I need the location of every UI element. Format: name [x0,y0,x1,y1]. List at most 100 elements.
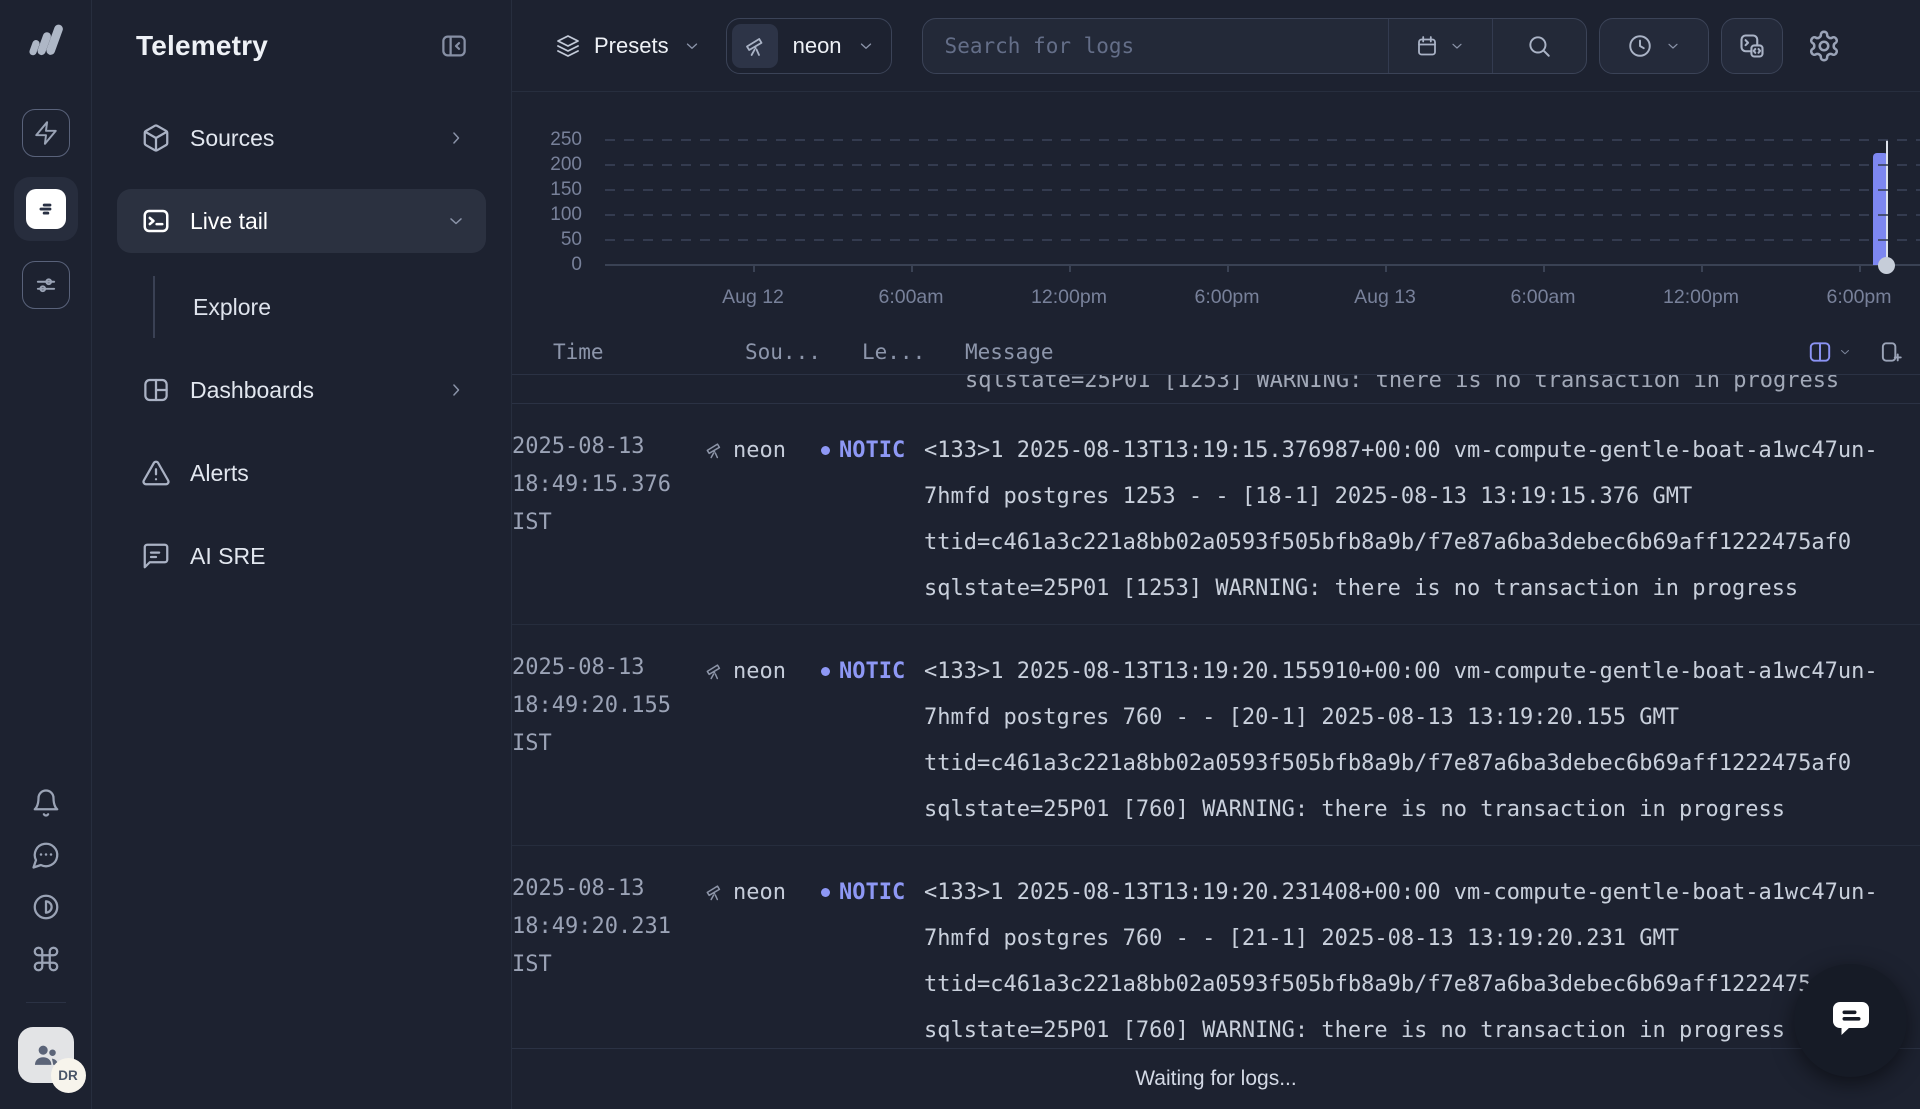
log-row[interactable]: 2025-08-13 18:49:20.231 IST neon NOTIC <… [512,846,1920,1048]
main-content: Presets neon [512,0,1920,1109]
calendar-icon [1415,34,1439,58]
sidebar-item-sources[interactable]: Sources [117,106,486,170]
log-list[interactable]: sqlstate=25P01 [1253] WARNING: there is … [512,375,1920,1048]
panel-collapse-icon[interactable] [439,31,469,61]
x-axis-tick [1227,265,1229,272]
rail-item-logs-active[interactable] [14,177,78,241]
log-date: 2025-08-13 [512,649,704,687]
icon-rail: DR [0,0,92,1109]
sidebar-item-alerts[interactable]: Alerts [117,441,486,505]
column-header-source[interactable]: Sou... [745,340,862,364]
chevron-right-icon [446,128,466,148]
clipped-log-row[interactable]: sqlstate=25P01 [1253] WARNING: there is … [512,375,1920,404]
gridline [605,189,1920,191]
log-time: 18:49:20.231 [512,908,704,946]
level-dot [821,446,830,455]
log-row[interactable]: 2025-08-13 18:49:15.376 IST neon NOTIC <… [512,404,1920,625]
user-avatar[interactable]: DR [18,1027,74,1083]
log-level: NOTIC [839,438,905,463]
log-source: neon [733,438,786,463]
chevron-down-icon [1449,38,1465,54]
sidebar-item-ai-sre[interactable]: AI SRE [117,524,486,588]
box-icon [141,123,171,153]
presets-button[interactable]: Presets [556,33,701,59]
theme-contrast-icon[interactable] [31,892,61,922]
x-axis-tick-label: Aug 12 [722,286,784,309]
chevron-down-icon [446,211,466,231]
search-submit-button[interactable] [1492,19,1586,73]
column-header-message[interactable]: Message [965,340,1920,364]
y-axis-tick-label: 50 [512,229,582,251]
source-picker-value: neon [793,33,842,59]
telescope-icon [704,661,724,681]
app-logo[interactable] [23,16,69,67]
search-input[interactable] [923,19,1388,73]
gridline [605,139,1920,141]
telescope-icon [704,440,724,460]
log-timezone: IST [512,725,704,763]
chevron-down-icon [1665,38,1681,54]
settings-gear-icon[interactable] [1807,29,1841,63]
command-shortcuts-icon[interactable] [31,944,61,974]
y-axis-tick-label: 0 [512,254,582,276]
gridline [605,214,1920,216]
log-message: <133>1 2025-08-13T13:19:20.231408+00:00 … [924,870,1879,1048]
sidebar-item-live-tail[interactable]: Live tail [117,189,486,253]
terminal-square-icon [141,206,171,236]
bell-icon[interactable] [31,788,61,818]
y-axis-tick-label: 150 [512,179,582,201]
clock-icon [1627,33,1653,59]
time-cursor-knob[interactable] [1878,257,1895,274]
x-axis-tick-label: 6:00am [1510,286,1575,309]
log-time: 18:49:20.155 [512,687,704,725]
y-axis-tick-label: 250 [512,129,582,151]
layers-icon [556,34,580,58]
column-header-time[interactable]: Time [553,340,745,364]
log-timezone: IST [512,946,704,984]
level-dot [821,888,830,897]
rail-nav [14,109,78,309]
date-range-button[interactable] [1388,19,1492,73]
sidebar-nav: Sources Live tail Explore Dashboards [92,106,511,607]
magnifier-icon [1526,33,1552,59]
zap-icon[interactable] [22,109,70,157]
terminal-window-badge-icon [1738,32,1766,60]
log-timezone: IST [512,504,704,542]
sidebar-subitem-explore[interactable]: Explore [117,272,486,342]
time-range-button[interactable] [1599,18,1709,74]
sidebar-item-label: Sources [190,125,446,152]
logs-icon [26,189,66,229]
sidebar-item-label: Live tail [190,208,446,235]
source-picker[interactable]: neon [726,18,892,74]
log-row[interactable]: 2025-08-13 18:49:20.155 IST neon NOTIC <… [512,625,1920,846]
x-axis-tick-label: 6:00am [878,286,943,309]
page-title: Telemetry [136,30,439,62]
feedback-bubble-icon[interactable] [31,840,61,870]
x-axis-tick [1069,265,1071,272]
log-date: 2025-08-13 [512,870,704,908]
x-axis-tick [1543,265,1545,272]
status-bar: Waiting for logs... [512,1048,1920,1109]
layout-columns-button[interactable] [1807,339,1852,365]
log-message: <133>1 2025-08-13T13:19:20.155910+00:00 … [924,649,1879,833]
avatar-badge[interactable]: DR [51,1058,86,1093]
sidebar-item-dashboards[interactable]: Dashboards [117,358,486,422]
chart-plot-area[interactable]: 050100150200250Aug 126:00am12:00pm6:00pm… [605,140,1920,265]
add-column-icon[interactable] [1878,339,1904,365]
sidebar: Telemetry Sources Live tail Explore [92,0,512,1109]
alert-triangle-icon [141,458,171,488]
chevron-right-icon [446,380,466,400]
x-axis-tick-label: 12:00pm [1031,286,1107,309]
metrics-sliders-icon[interactable] [22,261,70,309]
column-header-level[interactable]: Le... [862,340,965,364]
x-axis-tick [753,265,755,272]
log-level: NOTIC [839,880,905,905]
x-axis-tick [1385,265,1387,272]
x-axis-tick-label: 6:00pm [1826,286,1891,309]
code-view-button[interactable] [1721,18,1783,74]
chat-fab-button[interactable] [1794,964,1907,1077]
log-time: 18:49:15.376 [512,466,704,504]
rail-bottom: DR [18,788,74,1099]
x-axis-tick [1859,265,1861,272]
chevron-down-icon [857,37,875,55]
